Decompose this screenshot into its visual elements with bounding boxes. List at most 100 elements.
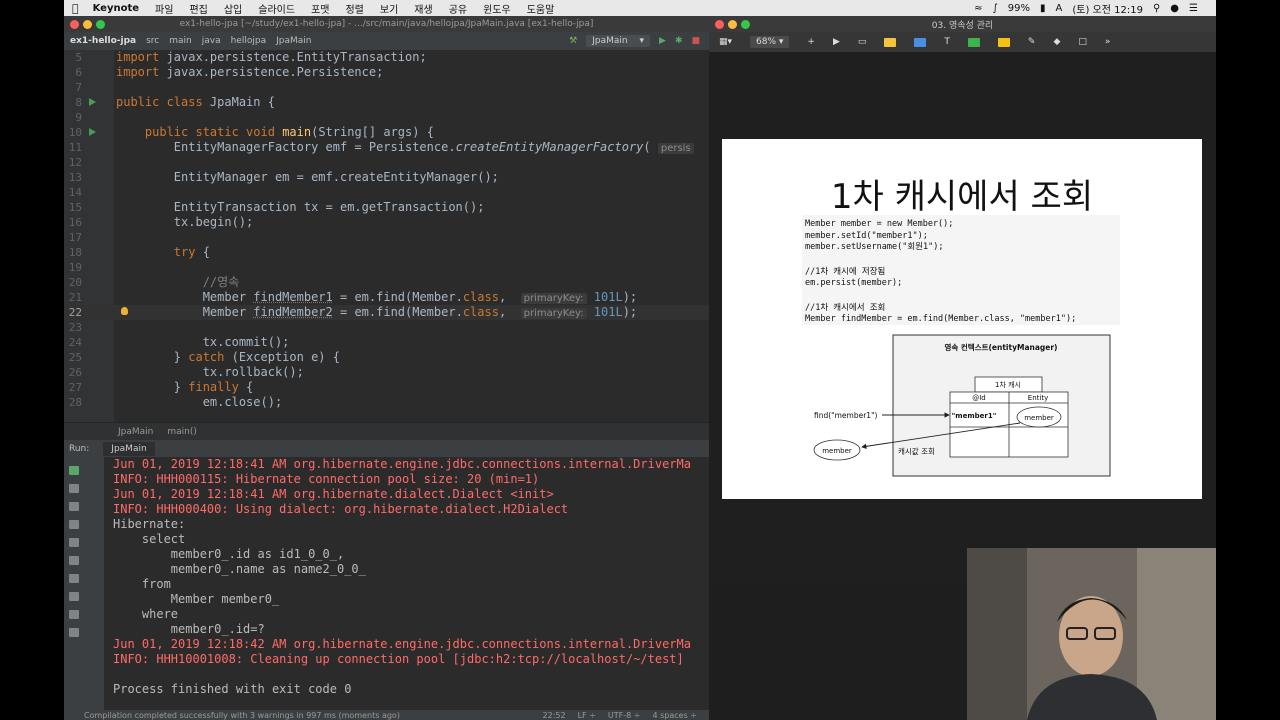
code-line: 19: [68, 261, 82, 274]
menu-insert[interactable]: 삽입: [224, 1, 242, 16]
first-level-cache-label: 1차 캐시: [995, 380, 1021, 389]
menu-format[interactable]: 포맷: [311, 1, 329, 16]
console-line: Jun 01, 2019 12:18:41 AM org.hibernate.d…: [113, 487, 554, 501]
menu-app-name[interactable]: Keynote: [93, 3, 139, 14]
build-icon[interactable]: ⚒: [569, 36, 577, 46]
nav-crumb-hellojpa[interactable]: hellojpa: [231, 36, 266, 46]
battery-percent[interactable]: 99%: [1008, 3, 1030, 14]
ide-window-title: ex1-hello-jpa [~/study/ex1-hello-jpa] - …: [179, 19, 594, 29]
media-icon[interactable]: [997, 37, 1010, 47]
code-line: 27 } finally {: [68, 380, 254, 394]
chart-icon[interactable]: [914, 37, 927, 47]
spotlight-icon[interactable]: ⚲: [1153, 3, 1160, 14]
slide-canvas[interactable]: 1차 캐시에서 조회 Member member = new Member();…: [709, 52, 1216, 584]
menu-view[interactable]: 보기: [380, 1, 398, 16]
nav-crumb-java[interactable]: java: [202, 36, 221, 46]
keynote-live-icon[interactable]: ▭: [858, 37, 867, 47]
run-console[interactable]: Jun 01, 2019 12:18:41 AM org.hibernate.e…: [104, 457, 709, 710]
stop-run-icon[interactable]: [69, 502, 79, 511]
stop-icon[interactable]: ■: [691, 36, 700, 46]
soft-wrap-icon[interactable]: [69, 520, 79, 529]
run-panel-label: Run:: [69, 443, 90, 454]
code-line: 7: [75, 81, 82, 94]
menu-play[interactable]: 재생: [414, 1, 432, 16]
status-caret-position[interactable]: 22:52: [543, 711, 566, 720]
zoom-select[interactable]: 68% ▾: [750, 36, 790, 48]
zoom-window-button[interactable]: [96, 20, 105, 29]
presenter-webcam: [967, 548, 1216, 720]
camera-icon[interactable]: [69, 538, 79, 547]
scroll-up-icon[interactable]: [69, 484, 79, 493]
exit-icon[interactable]: [69, 574, 79, 583]
text-icon[interactable]: T: [944, 37, 950, 47]
comment-icon[interactable]: ✎: [1028, 37, 1036, 47]
close-window-button[interactable]: [70, 20, 79, 29]
minimize-window-button[interactable]: [83, 20, 92, 29]
nav-crumb-src[interactable]: src: [146, 36, 159, 46]
wifi-icon[interactable]: ≈: [974, 3, 982, 14]
menu-window[interactable]: 윈도우: [483, 1, 511, 16]
menu-share[interactable]: 공유: [449, 1, 467, 16]
status-encoding[interactable]: UTF-8 ÷: [608, 711, 641, 720]
status-indent[interactable]: 4 spaces ÷: [652, 711, 697, 720]
add-slide-icon[interactable]: +: [807, 37, 815, 47]
rerun-icon[interactable]: [69, 466, 79, 475]
keynote-zoom-button[interactable]: [741, 20, 750, 29]
status-message[interactable]: Compilation completed successfully with …: [84, 711, 400, 720]
window-controls: [70, 20, 109, 29]
menu-edit[interactable]: 편집: [189, 1, 207, 16]
run-config-select[interactable]: JpaMain ▾: [586, 35, 651, 47]
pin-icon[interactable]: [69, 628, 79, 637]
control-center-icon[interactable]: ☰: [1189, 3, 1198, 14]
run-tab-jpamain[interactable]: JpaMain: [103, 441, 155, 456]
menubar-status: ≈ ∫ 99% ▮ A (토) 오전 12:19 ⚲ ● ☰: [974, 1, 1208, 16]
nav-crumb-jpamain[interactable]: JpaMain: [276, 36, 311, 46]
code-line: 12: [68, 156, 82, 169]
code-editor[interactable]: 5 import javax.persistence.EntityTransact…: [64, 50, 709, 446]
run-main-gutter-icon[interactable]: [89, 128, 96, 136]
status-line-separator[interactable]: LF ÷: [578, 711, 596, 720]
mac-menubar:  Keynote 파일 편집 삽입 슬라이드 포맷 정렬 보기 재생 공유 윈…: [64, 0, 1216, 16]
code-lines: 5 import javax.persistence.EntityTransact…: [64, 50, 709, 410]
shape-icon[interactable]: [967, 37, 980, 47]
keynote-titlebar: 03. 영속성 관리: [709, 16, 1216, 32]
slide[interactable]: 1차 캐시에서 조회 Member member = new Member();…: [722, 139, 1202, 499]
input-source-icon[interactable]: A: [1056, 3, 1063, 14]
console-line: INFO: HHH10001008: Cleaning up connectio…: [113, 652, 684, 666]
menubar-clock[interactable]: (토) 오전 12:19: [1072, 1, 1143, 16]
animate-icon[interactable]: ◆: [1053, 37, 1060, 47]
trash-icon[interactable]: [69, 592, 79, 601]
run-class-gutter-icon[interactable]: [89, 98, 96, 106]
editor-crumb-class[interactable]: JpaMain: [118, 427, 153, 437]
apple-icon[interactable]: : [72, 2, 79, 15]
code-line: 24 tx.commit();: [68, 335, 290, 349]
ide-titlebar: ex1-hello-jpa [~/study/ex1-hello-jpa] - …: [64, 16, 709, 32]
user-avatar-icon[interactable]: ●: [1170, 3, 1179, 14]
menu-slide[interactable]: 슬라이드: [258, 1, 295, 16]
layout-icon[interactable]: [69, 610, 79, 619]
keynote-close-button[interactable]: [715, 20, 724, 29]
debug-icon[interactable]: ✱: [675, 36, 683, 46]
lightbulb-icon[interactable]: [121, 307, 128, 315]
view-menu-icon[interactable]: ▦▾: [719, 37, 732, 47]
presenter-video-frame: [967, 548, 1216, 720]
find-call-label: find("member1"): [814, 411, 878, 420]
console-line: from: [113, 577, 171, 591]
nav-crumb-project[interactable]: ex1-hello-jpa: [70, 36, 136, 46]
more-toolbar-icon[interactable]: »: [1105, 37, 1111, 47]
run-icon[interactable]: ▶: [659, 36, 666, 46]
print-icon[interactable]: [69, 556, 79, 565]
bluetooth-icon[interactable]: ∫: [993, 3, 998, 14]
menu-help[interactable]: 도움말: [527, 1, 555, 16]
menu-arrange[interactable]: 정렬: [345, 1, 363, 16]
nav-crumb-main[interactable]: main: [169, 36, 192, 46]
keynote-minimize-button[interactable]: [728, 20, 737, 29]
menu-file[interactable]: 파일: [155, 1, 173, 16]
table-icon[interactable]: [884, 37, 897, 47]
document-icon[interactable]: □: [1078, 37, 1087, 47]
persistence-context-diagram[interactable]: 영속 컨텍스트(entityManager) 1차 캐시 @Id Entity …: [722, 139, 1202, 499]
code-line: 15 EntityTransaction tx = em.getTransact…: [68, 200, 485, 214]
play-slideshow-icon[interactable]: ▶: [833, 37, 840, 47]
editor-crumb-method[interactable]: main(): [167, 427, 197, 437]
